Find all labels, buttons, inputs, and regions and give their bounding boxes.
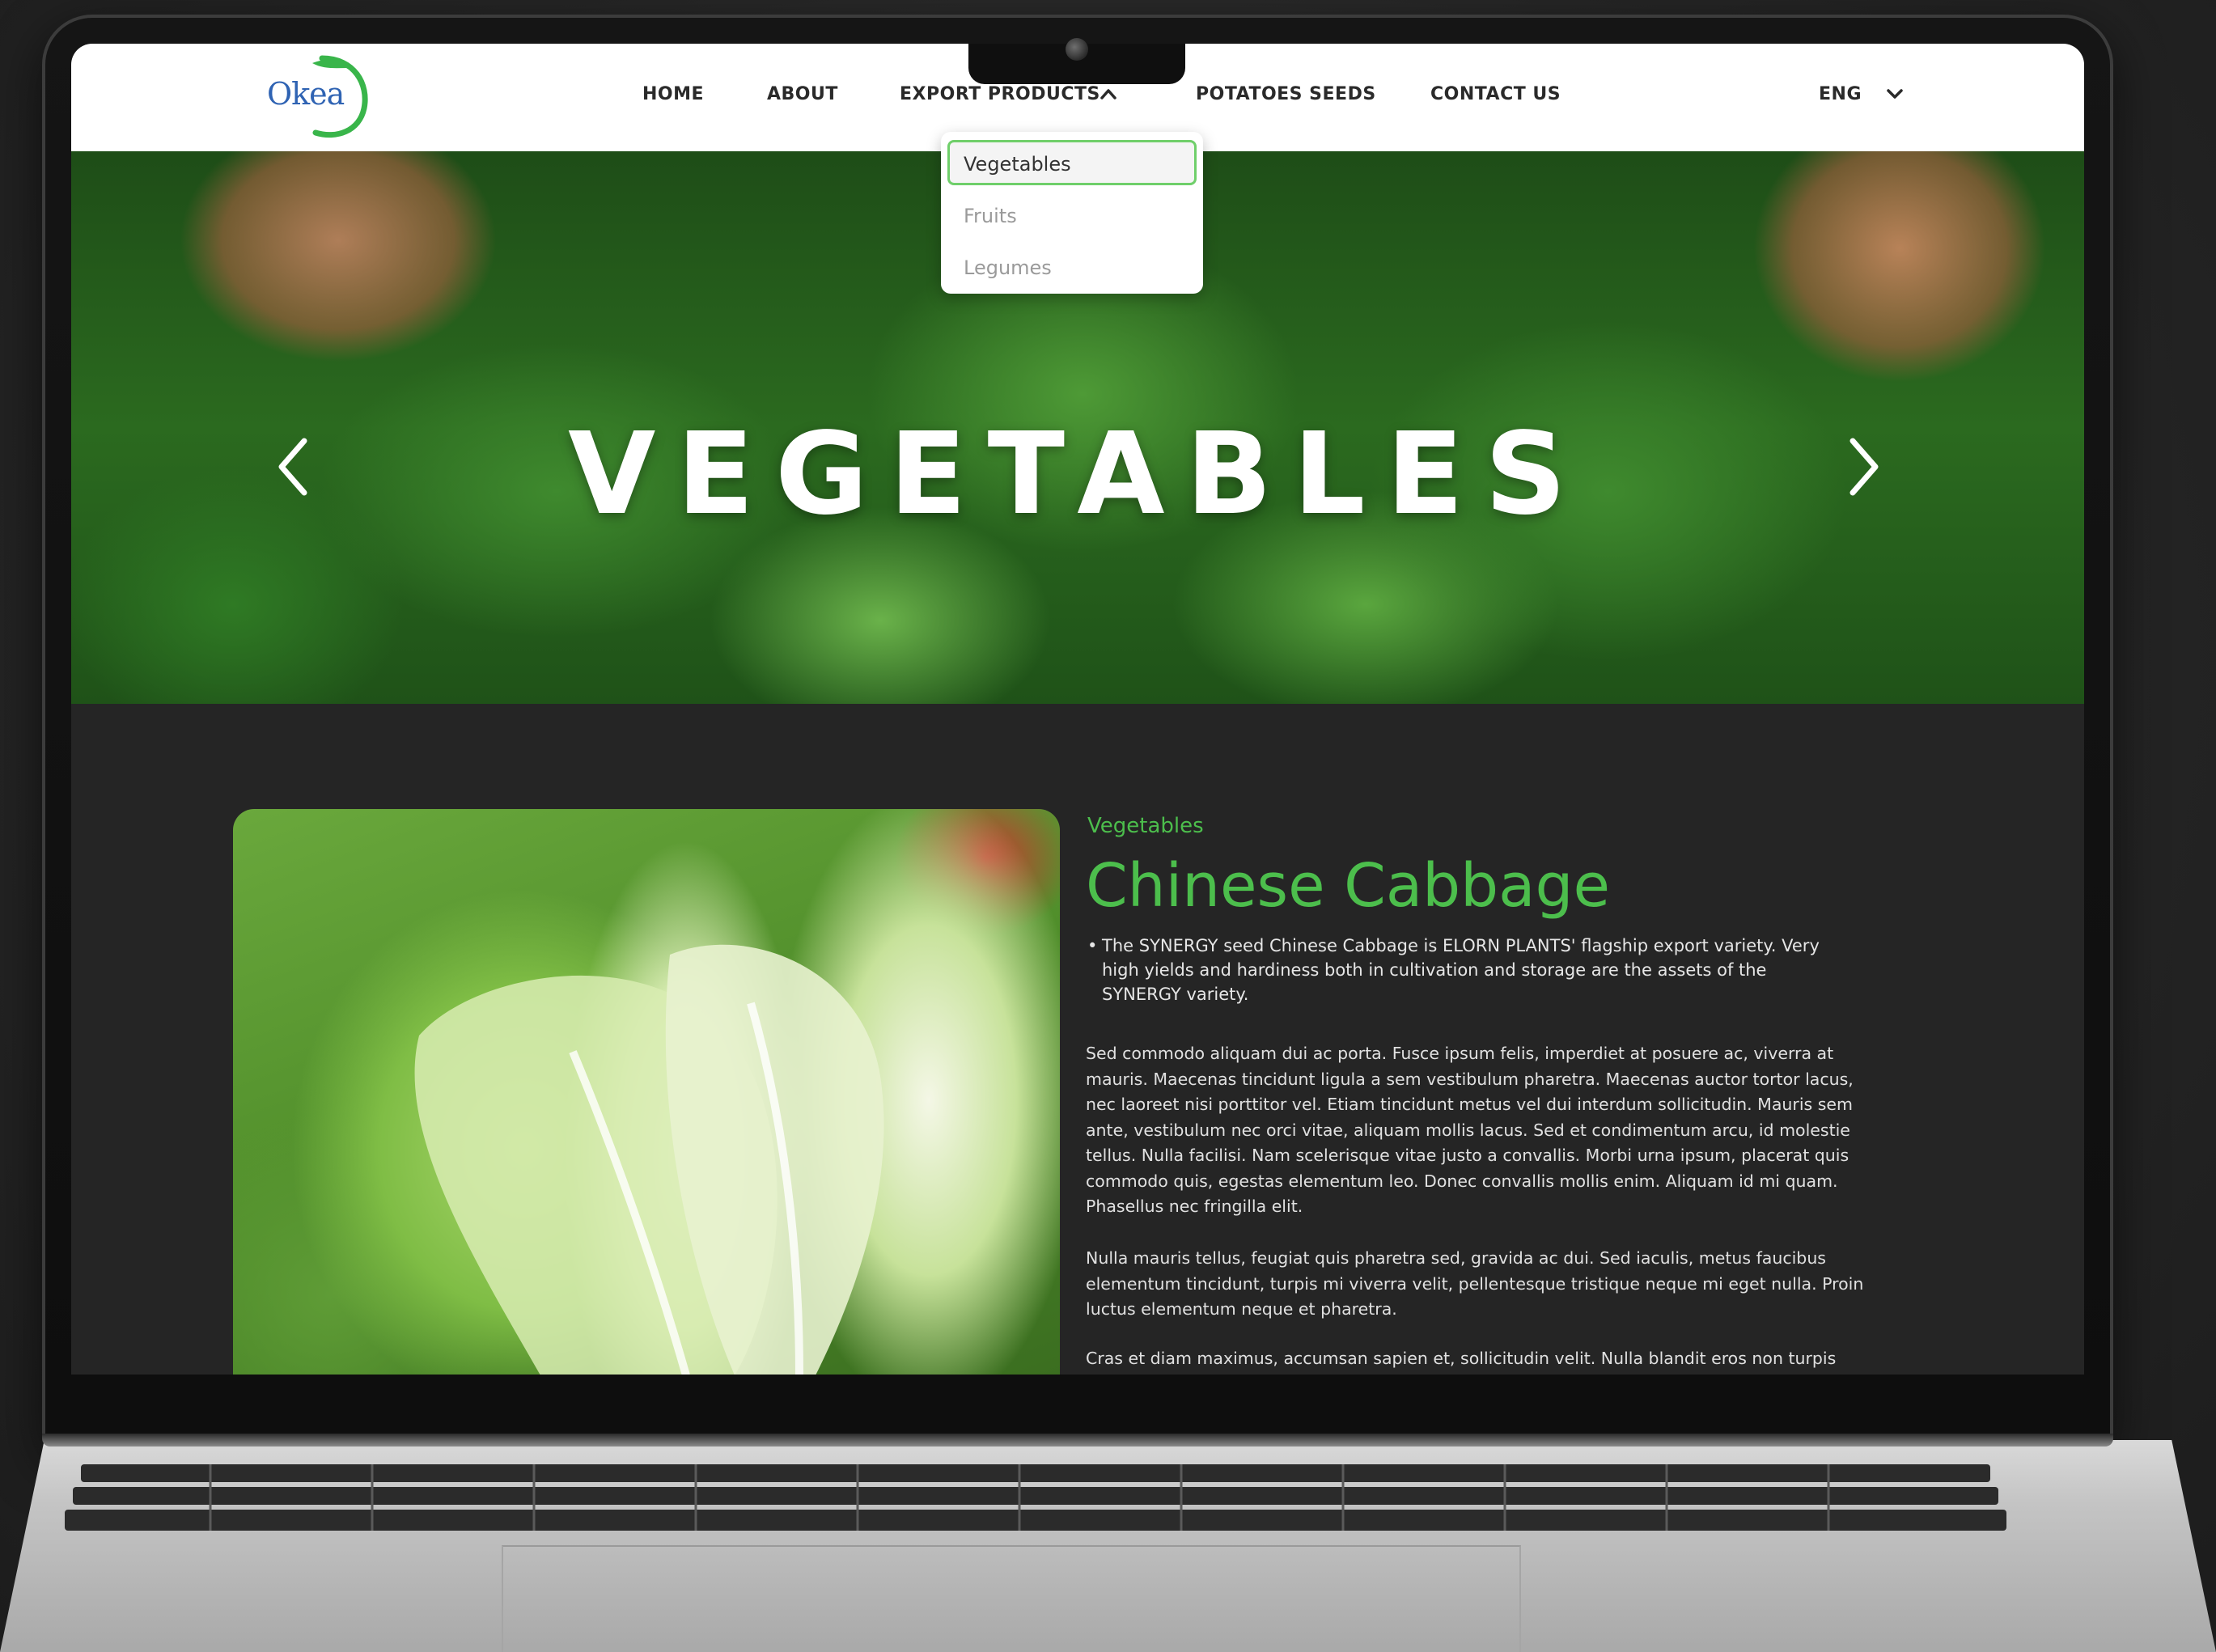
product-paragraph-3: Cras et diam maximus, accumsan sapien et… (1086, 1349, 1837, 1368)
dropdown-item-fruits[interactable]: Fruits (947, 192, 1197, 237)
nav-home[interactable]: HOME (642, 84, 704, 104)
language-selector[interactable]: ENG (1819, 84, 1862, 104)
nav-export-products[interactable]: EXPORT PRODUCTS (900, 84, 1100, 104)
product-category: Vegetables (1087, 814, 1204, 838)
dropdown-item-vegetables[interactable]: Vegetables (947, 140, 1197, 185)
dropdown-item-legumes[interactable]: Legumes (947, 244, 1197, 289)
laptop-hinge (42, 1434, 2113, 1447)
product-bullet-text: The SYNERGY seed Chinese Cabbage is ELOR… (1102, 936, 1820, 1004)
bullet-icon: • (1087, 936, 1098, 955)
product-title: Chinese Cabbage (1086, 851, 1610, 921)
chevron-right-icon[interactable] (1843, 434, 1883, 499)
nav-contact-us[interactable]: CONTACT US (1430, 84, 1561, 104)
product-image (233, 809, 1060, 1375)
browser-screen: Okea HOME ABOUT EXPORT PRODUCTS POTATOES… (71, 44, 2084, 1375)
camera-icon (1066, 38, 1088, 61)
product-bullet: • The SYNERGY seed Chinese Cabbage is EL… (1087, 934, 1838, 1006)
product-paragraph-2: Nulla mauris tellus, feugiat quis pharet… (1086, 1248, 1864, 1319)
nav-about[interactable]: ABOUT (767, 84, 838, 104)
chevron-left-icon[interactable] (273, 434, 314, 499)
touchpad (502, 1545, 1521, 1652)
hero-title: VEGETABLES (568, 409, 1587, 540)
chevron-up-icon[interactable] (1099, 87, 1118, 101)
chevron-down-icon[interactable] (1885, 87, 1905, 101)
keyboard (65, 1464, 2006, 1531)
logo-text: Okea (267, 76, 345, 112)
product-paragraph-1: Sed commodo aliquam dui ac porta. Fusce … (1086, 1044, 1854, 1216)
export-products-dropdown: Vegetables Fruits Legumes (941, 132, 1203, 294)
cabbage-illustration (414, 944, 884, 1375)
nav-potatoes-seeds[interactable]: POTATOES SEEDS (1196, 84, 1376, 104)
